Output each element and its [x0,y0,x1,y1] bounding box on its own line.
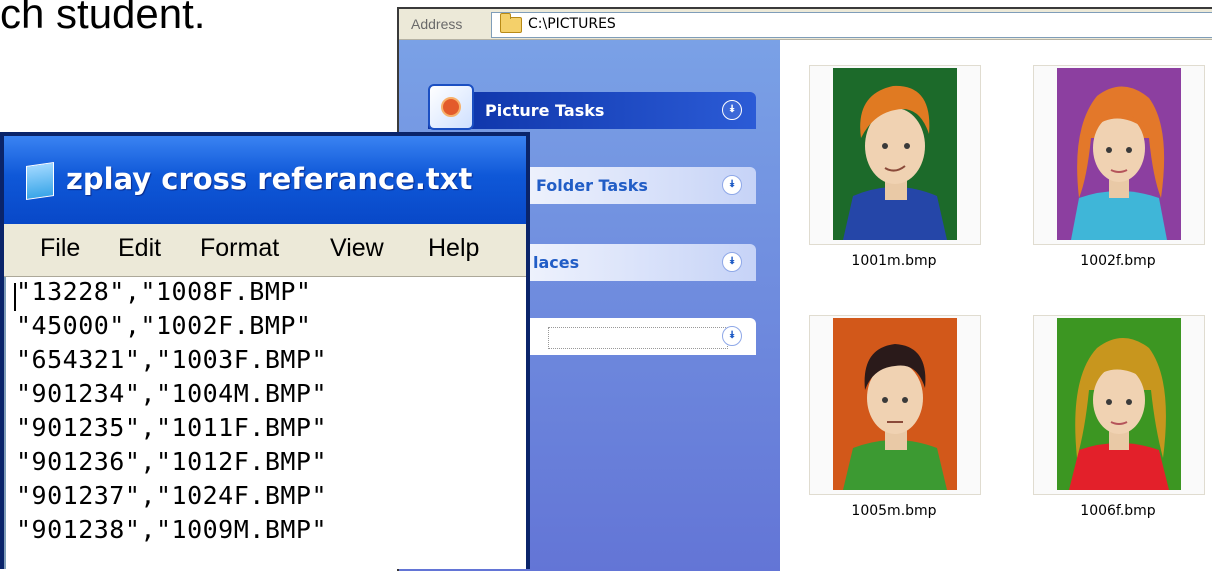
address-input[interactable]: C:\PICTURES [491,12,1212,38]
thumbnail-frame [809,65,981,245]
folder-icon [500,13,522,33]
thumbnail-item[interactable]: 1001m.bmp [809,65,981,269]
notepad-icon [26,162,54,200]
portrait-image [833,318,957,490]
thumbnail-item[interactable]: 1006f.bmp [1033,315,1205,519]
other-places-label: laces [533,253,580,272]
chevron-down-icon[interactable]: ⯯ [722,326,742,346]
text-line: "901234","1004M.BMP" [16,379,328,408]
text-line: "901235","1011F.BMP" [16,413,328,442]
text-line: "45000","1002F.BMP" [16,311,312,340]
thumbnail-frame [809,315,981,495]
thumbnail-frame [1033,315,1205,495]
text-line: "654321","1003F.BMP" [16,345,328,374]
menu-bar: File Edit Format View Help [4,224,526,277]
menu-file[interactable]: File [40,234,80,263]
text-line: "901238","1009M.BMP" [16,515,328,544]
text-line: "901237","1024F.BMP" [16,481,328,510]
window-title: zplay cross referance.txt [66,162,473,196]
portrait-image [1057,318,1181,490]
chevron-down-icon[interactable]: ⯯ [722,252,742,272]
focus-outline [548,327,728,349]
thumbnail-item[interactable]: 1002f.bmp [1033,65,1205,269]
thumbnail-filename: 1006f.bmp [1080,503,1156,519]
notepad-window: zplay cross referance.txt File Edit Form… [0,132,530,569]
picture-tasks-header[interactable]: Picture Tasks ⯯ [428,84,756,130]
portrait-shirt [1069,443,1169,490]
chevron-down-icon[interactable]: ⯯ [722,100,742,120]
portrait-shirt [1071,191,1167,240]
portrait-image [833,68,957,240]
thumbnail-filename: 1001m.bmp [851,253,937,269]
slide-text-fragment: ch student. [0,0,206,37]
picture-tasks-label: Picture Tasks [485,101,605,120]
address-value: C:\PICTURES [528,16,616,32]
menu-help[interactable]: Help [428,234,479,263]
chevron-down-icon[interactable]: ⯯ [722,175,742,195]
portrait-image [1057,68,1181,240]
thumbnail-filename: 1002f.bmp [1080,253,1156,269]
menu-view[interactable]: View [330,234,384,263]
text-line: "13228","1008F.BMP" [16,277,312,306]
notepad-title-bar[interactable]: zplay cross referance.txt [4,136,526,224]
picture-tasks-icon [428,84,474,130]
thumbnail-filename: 1005m.bmp [851,503,937,519]
folder-tasks-label: Folder Tasks [536,176,648,195]
menu-edit[interactable]: Edit [118,234,161,263]
address-bar: Address C:\PICTURES [399,9,1212,40]
text-editor-area[interactable]: "13228","1008F.BMP" "45000","1002F.BMP" … [4,277,526,569]
thumbnail-item[interactable]: 1005m.bmp [809,315,981,519]
menu-format[interactable]: Format [200,234,279,263]
address-label: Address [411,16,463,32]
thumbnail-frame [1033,65,1205,245]
text-line: "901236","1012F.BMP" [16,447,328,476]
